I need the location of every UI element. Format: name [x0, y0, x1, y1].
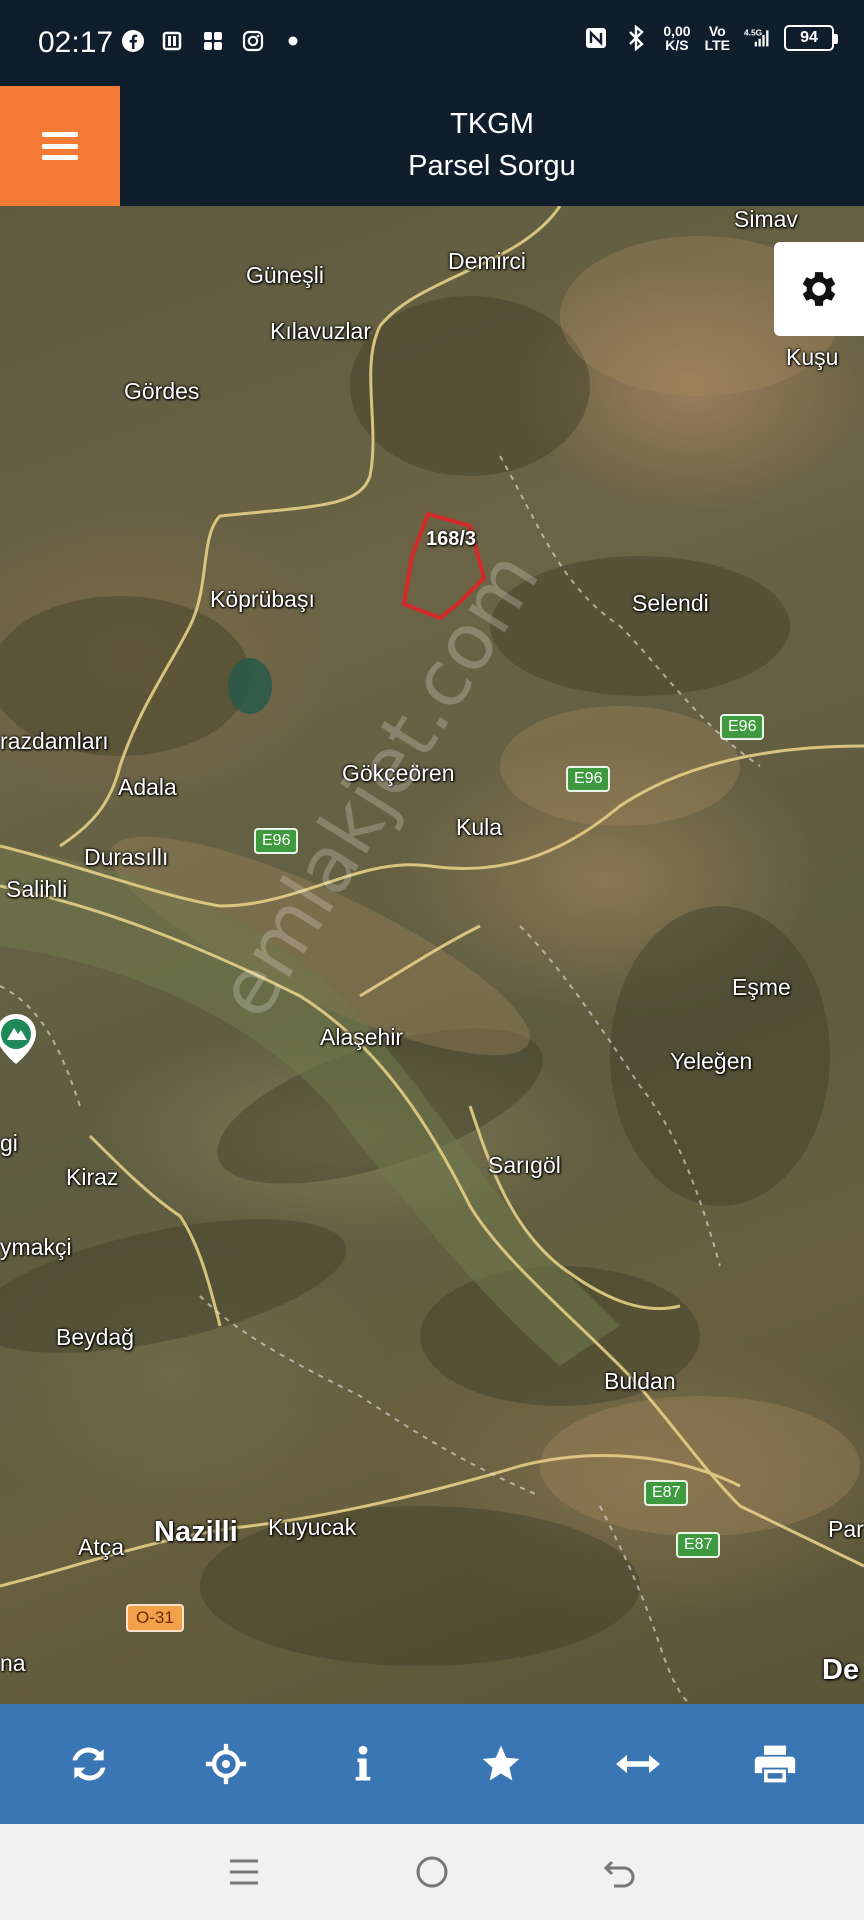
- info-button[interactable]: [323, 1724, 403, 1804]
- net-type-top: Vo: [708, 23, 726, 39]
- place-gi: gi: [0, 1130, 18, 1156]
- locate-icon: [205, 1743, 247, 1785]
- network-speed: 0,00 K/S: [663, 24, 690, 52]
- nfc-icon: [583, 25, 609, 51]
- parcel-label[interactable]: 168/3: [426, 528, 476, 551]
- menu-button[interactable]: [0, 86, 120, 206]
- status-right: 0,00 K/S Vo LTE 4.5G 94: [583, 24, 838, 52]
- settings-button[interactable]: [774, 242, 864, 336]
- place-karazdamlari: razdamları: [0, 728, 109, 754]
- net-speed-unit: K/S: [665, 37, 689, 53]
- road-e87-a: E87: [644, 1480, 689, 1506]
- status-time: 02:17: [38, 26, 114, 59]
- hamburger-icon: [42, 132, 78, 160]
- map-terrain: [0, 206, 864, 1704]
- satellite-map[interactable]: Simav Demirci Güneşli Kılavuzlar Gördes …: [0, 206, 864, 1704]
- road-e96-a: E96: [720, 714, 765, 740]
- place-alasehir: Alaşehir: [320, 1024, 404, 1050]
- apps-icon: [200, 28, 226, 54]
- news-icon: [160, 28, 186, 54]
- favorite-button[interactable]: [461, 1724, 541, 1804]
- dot-icon: [280, 28, 306, 54]
- header-titles: TKGM Parsel Sorgu: [120, 86, 864, 206]
- star-icon: [482, 1745, 519, 1781]
- road-e96-b: E96: [566, 766, 611, 792]
- home-icon: [416, 1856, 448, 1888]
- net-type-bottom: LTE: [704, 37, 730, 53]
- place-kuyucak: Kuyucak: [268, 1514, 357, 1540]
- place-beydag: Beydağ: [56, 1324, 135, 1350]
- place-sarigol: Sarıgöl: [488, 1152, 561, 1178]
- battery-indicator: 94: [784, 25, 838, 51]
- road-o31: O-31: [126, 1604, 184, 1632]
- measure-button[interactable]: [598, 1724, 678, 1804]
- park-marker-icon[interactable]: [0, 1012, 38, 1066]
- place-gordes: Gördes: [124, 378, 200, 404]
- place-kula: Kula: [456, 814, 503, 840]
- place-atca: Atça: [78, 1534, 125, 1560]
- gear-icon: [802, 272, 836, 306]
- facebook-icon: [120, 28, 146, 54]
- locate-button[interactable]: [186, 1724, 266, 1804]
- net-speed-value: 0,00: [663, 23, 691, 39]
- place-kilavuzlar: Kılavuzlar: [270, 318, 371, 344]
- back-icon: [603, 1860, 635, 1888]
- place-durasilli: Durasıllı: [84, 844, 169, 870]
- refresh-button[interactable]: [49, 1724, 129, 1804]
- place-selendi: Selendi: [632, 590, 709, 616]
- home-button[interactable]: [402, 1842, 462, 1902]
- status-bar: 02:17 0,00 K/S Vo LTE 4.5G 94: [0, 0, 864, 86]
- app-title: TKGM: [450, 108, 534, 140]
- place-na: na: [0, 1650, 26, 1676]
- place-guneşli: Güneşli: [246, 262, 324, 288]
- app-header: TKGM Parsel Sorgu: [0, 86, 864, 206]
- system-nav-bar: [0, 1824, 864, 1920]
- place-par: Par: [828, 1516, 864, 1542]
- recents-icon: [230, 1859, 258, 1885]
- place-ymakci: ymakçi: [0, 1234, 72, 1260]
- measure-arrows-icon: [615, 1754, 660, 1774]
- place-yelegen: Yeleğen: [670, 1048, 753, 1074]
- place-salihli: Salihli: [6, 876, 68, 902]
- place-koprubasi: Köprübaşı: [210, 586, 315, 612]
- place-de: De: [822, 1654, 860, 1686]
- recents-button[interactable]: [214, 1842, 274, 1902]
- place-buldan: Buldan: [604, 1368, 676, 1394]
- road-e87-b: E87: [676, 1532, 721, 1558]
- network-type: Vo LTE: [705, 24, 730, 52]
- place-simav: Simav: [734, 206, 798, 232]
- place-demirci: Demirci: [448, 248, 526, 274]
- instagram-icon: [240, 28, 266, 54]
- print-button[interactable]: [735, 1724, 815, 1804]
- app-subtitle: Parsel Sorgu: [408, 150, 576, 182]
- bluetooth-icon: [623, 25, 649, 51]
- signal-icon: 4.5G: [744, 25, 770, 51]
- print-icon: [755, 1745, 796, 1783]
- back-button[interactable]: [590, 1842, 650, 1902]
- notification-icons: [120, 28, 306, 54]
- bottom-toolbar: [0, 1704, 864, 1824]
- svg-text:4.5G: 4.5G: [744, 28, 763, 38]
- place-adala: Adala: [118, 774, 177, 800]
- refresh-icon: [72, 1747, 106, 1781]
- place-kusu: Kuşu: [786, 344, 839, 370]
- place-nazilli: Nazilli: [154, 1516, 238, 1548]
- info-icon: [355, 1745, 371, 1781]
- place-esme: Eşme: [732, 974, 791, 1000]
- place-kiraz: Kiraz: [66, 1164, 119, 1190]
